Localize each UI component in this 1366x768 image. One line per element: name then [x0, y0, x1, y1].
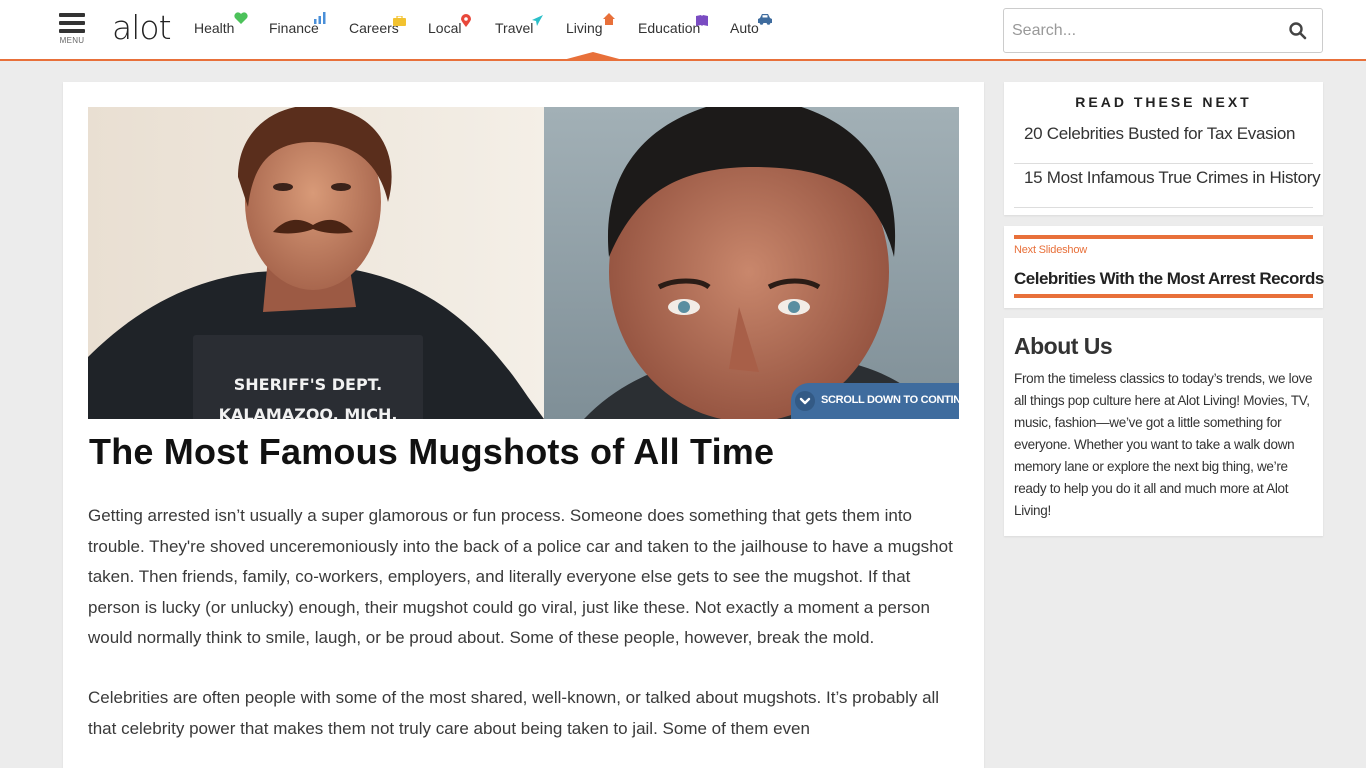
scroll-down-badge[interactable]: SCROLL DOWN TO CONTINUE — [791, 383, 959, 419]
mugshot-left-illustration: SHERIFF'S DEPT. KALAMAZOO, MICH. — [88, 107, 544, 419]
nav-item-label: Finance — [269, 20, 319, 36]
hamburger-icon-bar — [59, 21, 85, 25]
map-pin-icon — [461, 14, 471, 27]
top-navigation-bar: MENU alot Health Finance Careers Local T… — [0, 0, 1366, 61]
nav-item-living[interactable]: Living — [566, 13, 615, 42]
scroll-down-label: SCROLL DOWN TO CONTINUE — [821, 394, 959, 406]
nav-item-auto[interactable]: Auto — [730, 14, 772, 42]
nav-item-careers[interactable]: Careers — [349, 16, 406, 42]
mugshot-right-illustration — [544, 107, 959, 419]
nav-item-health[interactable]: Health — [194, 12, 248, 42]
nav-item-label: Education — [638, 20, 701, 36]
placard-line-2: KALAMAZOO, MICH. — [219, 405, 398, 419]
nav-item-local[interactable]: Local — [428, 14, 471, 42]
mugshot-photo-left: SHERIFF'S DEPT. KALAMAZOO, MICH. — [88, 107, 544, 419]
read-these-next-panel: READ THESE NEXT 20 Celebrities Busted fo… — [1004, 82, 1323, 215]
nav-item-label: Living — [566, 20, 603, 36]
hamburger-icon — [59, 13, 85, 17]
nav-item-label: Auto — [730, 20, 759, 36]
home-icon — [603, 13, 615, 25]
next-slideshow-title[interactable]: Celebrities With the Most Arrest Records — [1014, 269, 1324, 289]
article-paragraph: Celebrities are often people with some o… — [88, 687, 940, 738]
divider — [1014, 294, 1313, 298]
about-us-panel: About Us From the timeless classics to t… — [1004, 318, 1323, 536]
car-icon — [758, 14, 772, 25]
briefcase-icon — [393, 16, 406, 26]
nav-item-label: Travel — [495, 20, 534, 36]
menu-label: MENU — [59, 36, 85, 45]
menu-button[interactable]: MENU — [59, 13, 85, 51]
article-paragraph: Getting arrested isn’t usually a super g… — [88, 506, 953, 648]
nav-item-education[interactable]: Education — [638, 15, 708, 42]
active-nav-indicator — [563, 52, 623, 60]
chevron-down-icon — [795, 391, 815, 411]
about-text: From the timeless classics to today’s tr… — [1014, 371, 1313, 518]
placard-line-1: SHERIFF'S DEPT. — [234, 375, 382, 394]
search-input[interactable] — [1012, 17, 1272, 45]
nav-item-label: Health — [194, 20, 235, 36]
search-box — [1003, 8, 1323, 53]
hamburger-icon-bar — [59, 29, 85, 33]
article-body: Getting arrested isn’t usually a super g… — [88, 501, 956, 768]
nav-item-travel[interactable]: Travel — [495, 15, 543, 42]
airplane-icon — [532, 15, 543, 26]
next-slideshow-label: Next Slideshow — [1014, 244, 1088, 256]
nav-item-label: Careers — [349, 20, 399, 36]
mugshot-photo-right — [544, 107, 959, 419]
bar-chart-icon — [314, 12, 326, 24]
site-logo[interactable]: alot — [112, 8, 172, 47]
article-title: The Most Famous Mugshots of All Time — [89, 431, 775, 472]
about-heading: About Us — [1014, 333, 1113, 359]
article-card: SHERIFF'S DEPT. KALAMAZOO, MICH. SCROLL … — [63, 82, 984, 768]
nav-item-finance[interactable]: Finance — [269, 12, 326, 42]
next-slideshow-card[interactable]: Next Slideshow Celebrities With the Most… — [1004, 226, 1324, 308]
nav-item-label: Local — [428, 20, 462, 36]
read-next-link[interactable]: 20 Celebrities Busted for Tax Evasion — [1014, 120, 1313, 164]
search-icon[interactable] — [1288, 21, 1308, 41]
read-next-link[interactable]: 15 Most Infamous True Crimes in History — [1014, 164, 1321, 208]
hero-image: SHERIFF'S DEPT. KALAMAZOO, MICH. SCROLL … — [88, 107, 959, 419]
divider — [1014, 235, 1313, 239]
heart-icon — [234, 12, 248, 24]
read-next-heading: READ THESE NEXT — [1075, 94, 1252, 110]
book-icon — [696, 15, 708, 26]
